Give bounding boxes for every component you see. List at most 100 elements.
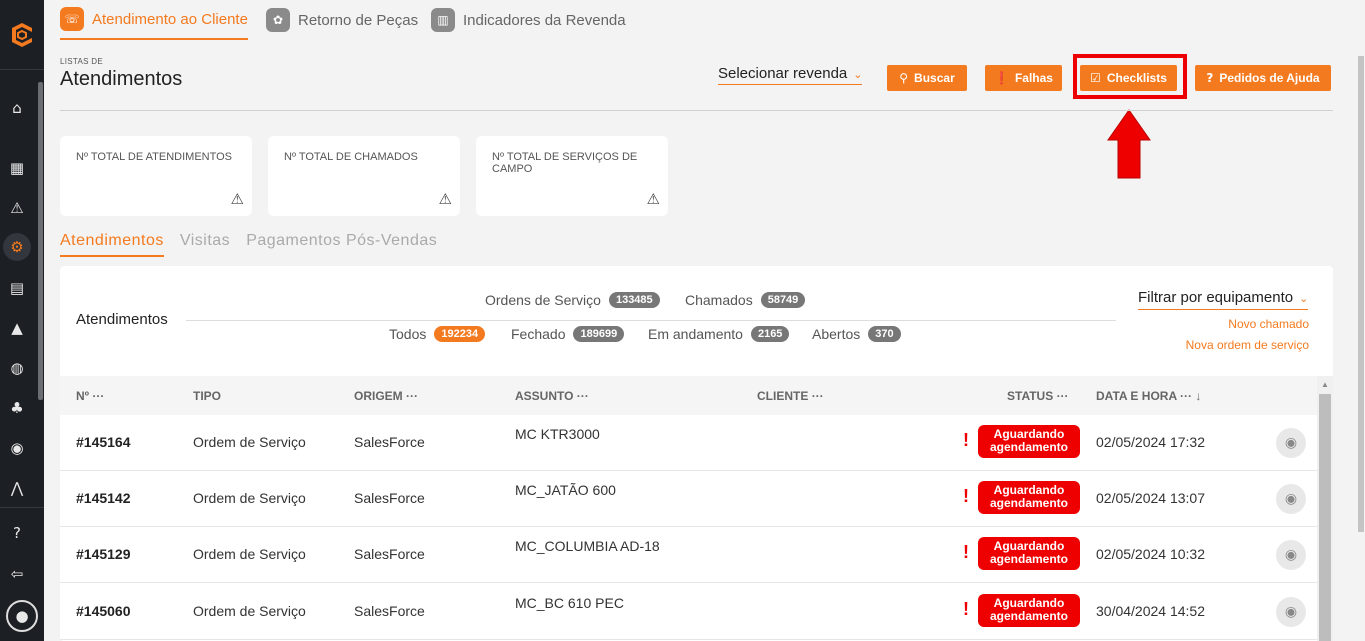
- col-assunto[interactable]: ASSUNTO ···: [515, 389, 589, 403]
- card-total-servicos-campo: Nº TOTAL DE SERVIÇOS DE CAMPO ⚠: [476, 136, 668, 216]
- warning-icon: ⚠: [646, 190, 660, 208]
- tab-visitas[interactable]: Visitas: [180, 232, 230, 257]
- nova-ordem-servico-link[interactable]: Nova ordem de serviço: [1186, 338, 1309, 352]
- help-icon[interactable]: ?: [6, 522, 28, 544]
- alert-exclamation-icon: !: [963, 542, 969, 562]
- calendar-tool-icon[interactable]: ▤: [6, 277, 28, 299]
- table-scrollbar-thumb[interactable]: [1319, 394, 1331, 641]
- view-eye-icon[interactable]: ◉: [1276, 540, 1306, 570]
- stat-label: Em andamento: [648, 326, 743, 342]
- filter-todos[interactable]: Todos 192234: [389, 326, 486, 342]
- novo-chamado-link[interactable]: Novo chamado: [1228, 317, 1309, 331]
- tab-retorno-de-pecas[interactable]: ✿ Retorno de Peças: [266, 0, 418, 40]
- stat-label: Chamados: [685, 292, 753, 308]
- page-scrollbar-thumb[interactable]: [1358, 56, 1364, 532]
- select-revenda-label: Selecionar revenda: [718, 65, 848, 82]
- tab-label: Atendimento ao Cliente: [92, 10, 248, 28]
- row-tipo: Ordem de Serviço: [193, 434, 306, 450]
- col-cliente[interactable]: CLIENTE ···: [757, 389, 824, 403]
- warning-icon[interactable]: ▲: [6, 317, 28, 339]
- panel-title: Atendimentos: [76, 311, 168, 328]
- column-menu-icon[interactable]: ···: [577, 389, 589, 403]
- sort-down-icon[interactable]: ↓: [1195, 389, 1201, 403]
- sidebar: ⌂ ▦ ⚠ ⚙ ▤ ▲ ◍ ♣ ◉ ⋀ ? ⇦ ●: [0, 0, 44, 641]
- count-badge: 2165: [750, 326, 790, 342]
- col-data-hora[interactable]: DATA E HORA ··· ↓: [1096, 389, 1201, 403]
- status-line-2: agendamento: [989, 609, 1068, 623]
- table-scrollbar[interactable]: ▲: [1317, 376, 1333, 641]
- column-menu-icon[interactable]: ···: [406, 389, 418, 403]
- sidebar-divider: [0, 507, 44, 508]
- page-title: Atendimentos: [60, 68, 183, 90]
- row-assunto: MC KTR3000: [515, 426, 600, 442]
- status-line-2: agendamento: [989, 440, 1068, 454]
- tab-indicadores-da-revenda[interactable]: ▥ Indicadores da Revenda: [431, 0, 626, 40]
- table-header: Nº ··· TIPO ORIGEM ··· ASSUNTO ··· CLIEN…: [60, 376, 1317, 415]
- alert-exclamation-icon: !: [963, 599, 969, 619]
- tab-atendimento-ao-cliente[interactable]: ☏ Atendimento ao Cliente: [60, 0, 248, 40]
- column-menu-icon[interactable]: ···: [92, 389, 104, 403]
- view-eye-icon[interactable]: ◉: [1276, 597, 1306, 627]
- status-line-2: agendamento: [989, 496, 1068, 510]
- card-label: Nº TOTAL DE CHAMADOS: [284, 151, 418, 163]
- row-number: #145142: [76, 490, 131, 506]
- warning-icon: ⚠: [230, 190, 244, 208]
- filter-chamados[interactable]: Chamados 58749: [685, 292, 806, 308]
- support-gear-icon[interactable]: ⚙: [3, 233, 31, 261]
- falhas-button[interactable]: ❗ Falhas: [985, 65, 1062, 91]
- dealer-store-icon[interactable]: ⌂: [6, 97, 28, 119]
- table-row[interactable]: #145164 Ordem de Serviço SalesForce MC K…: [60, 415, 1317, 471]
- col-tipo: TIPO: [193, 389, 222, 403]
- tab-pagamentos-pos-vendas[interactable]: Pagamentos Pós-Vendas: [246, 232, 437, 257]
- user-avatar-icon[interactable]: ●: [6, 600, 38, 632]
- filter-em-andamento[interactable]: Em andamento 2165: [648, 326, 790, 342]
- status-badge: Aguardando agendamento: [978, 425, 1080, 458]
- row-data-hora: 02/05/2024 10:32: [1096, 546, 1205, 562]
- annotation-arrow-icon: [1107, 109, 1151, 179]
- column-menu-icon[interactable]: ···: [1057, 389, 1069, 403]
- network-icon[interactable]: ⋀: [6, 477, 28, 499]
- count-badge: 58749: [760, 292, 806, 308]
- col-label: ORIGEM: [354, 389, 403, 403]
- status-badge: Aguardando agendamento: [978, 481, 1080, 514]
- row-data-hora: 02/05/2024 13:07: [1096, 490, 1205, 506]
- plant-icon[interactable]: ♣: [6, 397, 28, 419]
- count-badge: 192234: [434, 326, 486, 342]
- dashboard-icon[interactable]: ▦: [6, 157, 28, 179]
- table-row[interactable]: #145060 Ordem de Serviço SalesForce MC_B…: [60, 584, 1317, 640]
- globe-icon[interactable]: ◍: [6, 357, 28, 379]
- row-tipo: Ordem de Serviço: [193, 603, 306, 619]
- stat-label: Fechado: [511, 326, 566, 342]
- col-origem[interactable]: ORIGEM ···: [354, 389, 418, 403]
- alarm-icon[interactable]: ⚠: [6, 197, 28, 219]
- logout-icon[interactable]: ⇦: [6, 563, 28, 585]
- logo[interactable]: [0, 0, 44, 70]
- scroll-up-icon[interactable]: ▲: [1321, 380, 1329, 389]
- buscar-button[interactable]: ⚲ Buscar: [887, 65, 967, 91]
- annotation-highlight-box: [1073, 54, 1187, 99]
- filter-fechado[interactable]: Fechado 189699: [511, 326, 625, 342]
- sidebar-scrollbar[interactable]: [38, 82, 43, 400]
- tab-atendimentos[interactable]: Atendimentos: [60, 232, 164, 257]
- chevron-down-icon: ⌄: [853, 68, 863, 81]
- alert-circle-icon: ❗: [994, 71, 1009, 85]
- column-menu-icon[interactable]: ···: [1180, 389, 1192, 403]
- filtrar-equipamento-dropdown[interactable]: Filtrar por equipamento ⌄: [1138, 289, 1309, 310]
- chevron-down-icon: ⌄: [1299, 292, 1309, 305]
- support-icon: ☏: [60, 7, 84, 31]
- pedidos-label: Pedidos de Ajuda: [1219, 71, 1320, 85]
- filter-ordens-de-servico[interactable]: Ordens de Serviço 133485: [485, 292, 660, 308]
- row-tipo: Ordem de Serviço: [193, 546, 306, 562]
- location-icon[interactable]: ◉: [6, 437, 28, 459]
- col-numero[interactable]: Nº ···: [76, 389, 104, 403]
- view-eye-icon[interactable]: ◉: [1276, 428, 1306, 458]
- table-row[interactable]: #145129 Ordem de Serviço SalesForce MC_C…: [60, 527, 1317, 583]
- table-row[interactable]: #145142 Ordem de Serviço SalesForce MC_J…: [60, 471, 1317, 527]
- page-scrollbar[interactable]: [1357, 40, 1365, 641]
- pedidos-de-ajuda-button[interactable]: ? Pedidos de Ajuda: [1195, 65, 1331, 91]
- col-status[interactable]: STATUS ···: [1007, 389, 1069, 403]
- filter-abertos[interactable]: Abertos 370: [812, 326, 901, 342]
- select-revenda-dropdown[interactable]: Selecionar revenda ⌄: [718, 65, 863, 85]
- column-menu-icon[interactable]: ···: [812, 389, 824, 403]
- view-eye-icon[interactable]: ◉: [1276, 484, 1306, 514]
